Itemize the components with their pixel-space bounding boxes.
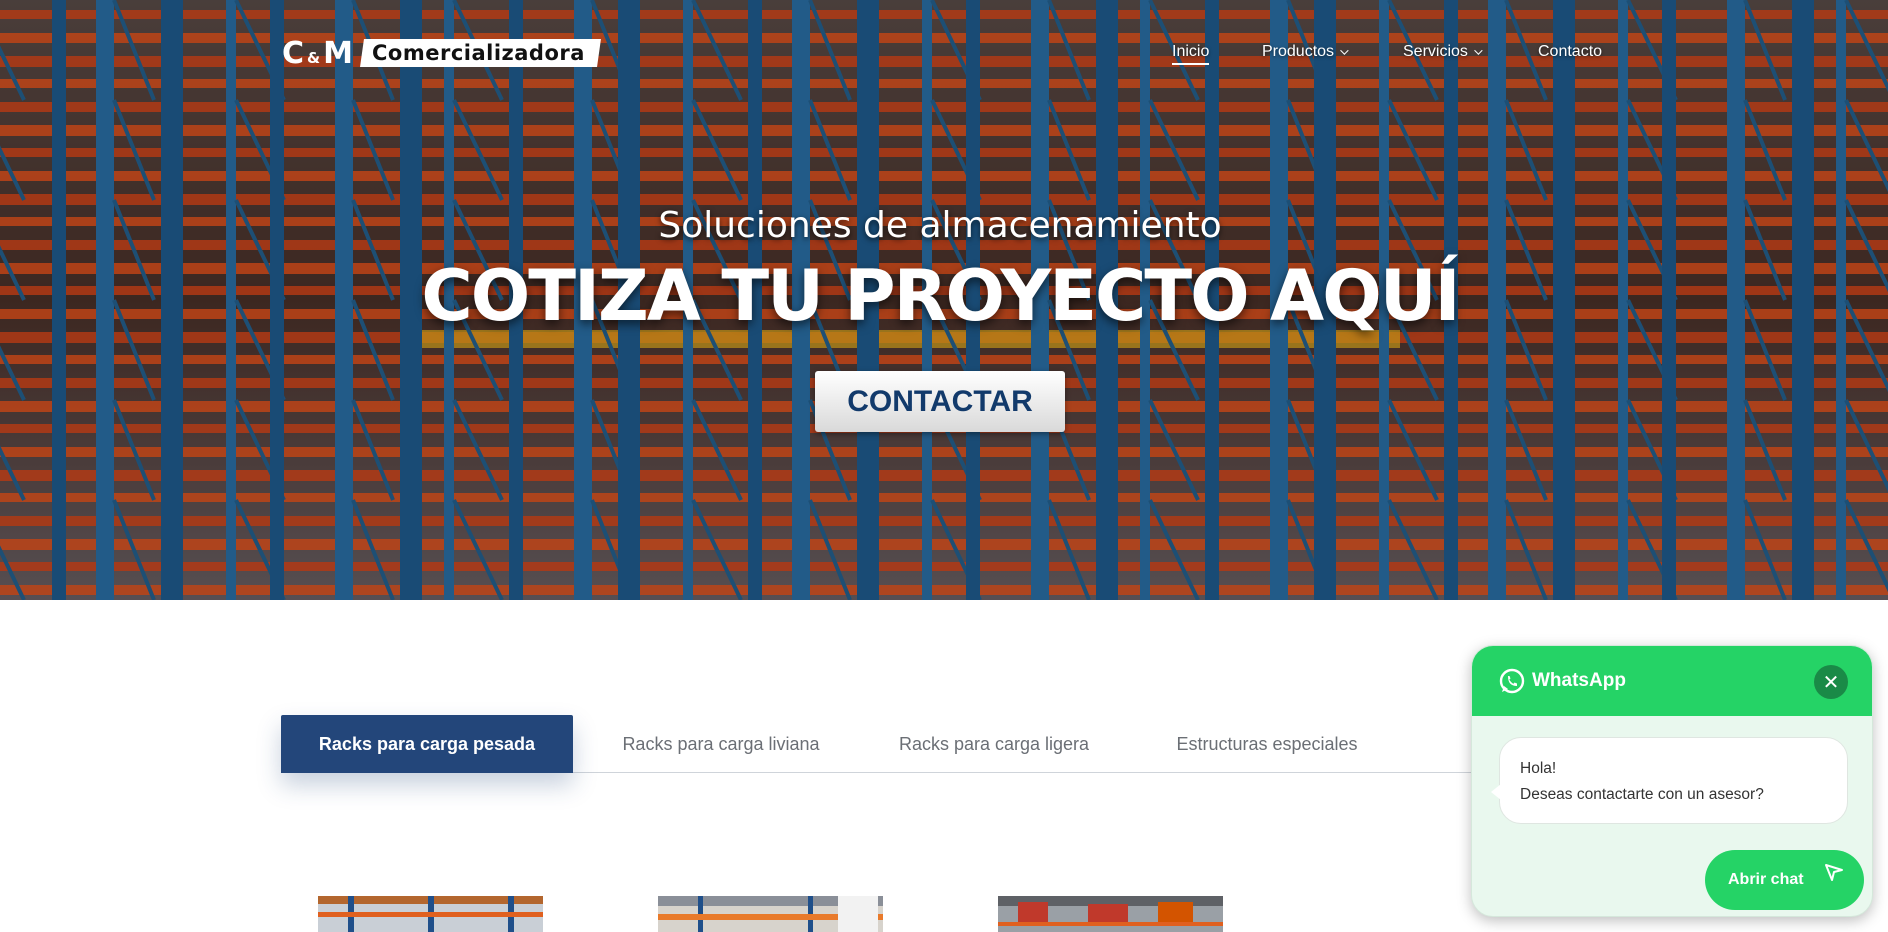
tab-estructuras-especiales[interactable]: Estructuras especiales [1139, 715, 1395, 773]
whatsapp-icon [1499, 668, 1525, 694]
nav-item-contacto[interactable]: Contacto [1538, 43, 1602, 61]
chat-greeting: Hola! [1520, 760, 1557, 777]
send-icon [1825, 864, 1843, 881]
contactar-button[interactable]: CONTACTAR [815, 371, 1065, 432]
whatsapp-title: WhatsApp [1532, 670, 1626, 691]
chat-bubble: Hola! Deseas contactarte con un asesor? [1491, 737, 1848, 824]
nav-item-inicio[interactable]: Inicio [1172, 43, 1210, 65]
logo-name: Comercializadora [371, 41, 585, 65]
close-icon[interactable]: ✕ [1814, 665, 1848, 699]
product-tabs: Racks para carga pesada Racks para carga… [281, 715, 1488, 773]
tab-racks-carga-liviana[interactable]: Racks para carga liviana [591, 715, 851, 773]
hero-title: COTIZA TU PROYECTO AQUÍ [421, 255, 1460, 337]
open-chat-button[interactable]: Abrir chat [1705, 850, 1864, 910]
site-logo[interactable]: C & M Comercializadora [282, 36, 601, 71]
nav-item-productos[interactable]: Productos [1262, 43, 1349, 61]
product-thumbnail[interactable] [658, 896, 883, 932]
whatsapp-header: WhatsApp [1472, 646, 1872, 716]
chat-message: Deseas contactarte con un asesor? [1520, 786, 1764, 803]
nav-item-servicios[interactable]: Servicios [1403, 43, 1483, 61]
hero-subtitle: Soluciones de almacenamiento [658, 205, 1222, 246]
hero-banner: C & M Comercializadora Inicio Productos … [0, 0, 1888, 600]
product-thumbnail[interactable] [318, 896, 543, 932]
whatsapp-widget: WhatsApp ✕ Hola! Deseas contactarte con … [1471, 645, 1873, 917]
product-thumbnail[interactable] [998, 896, 1223, 932]
tab-racks-carga-pesada[interactable]: Racks para carga pesada [281, 715, 573, 773]
tab-racks-carga-ligera[interactable]: Racks para carga ligera [869, 715, 1119, 773]
